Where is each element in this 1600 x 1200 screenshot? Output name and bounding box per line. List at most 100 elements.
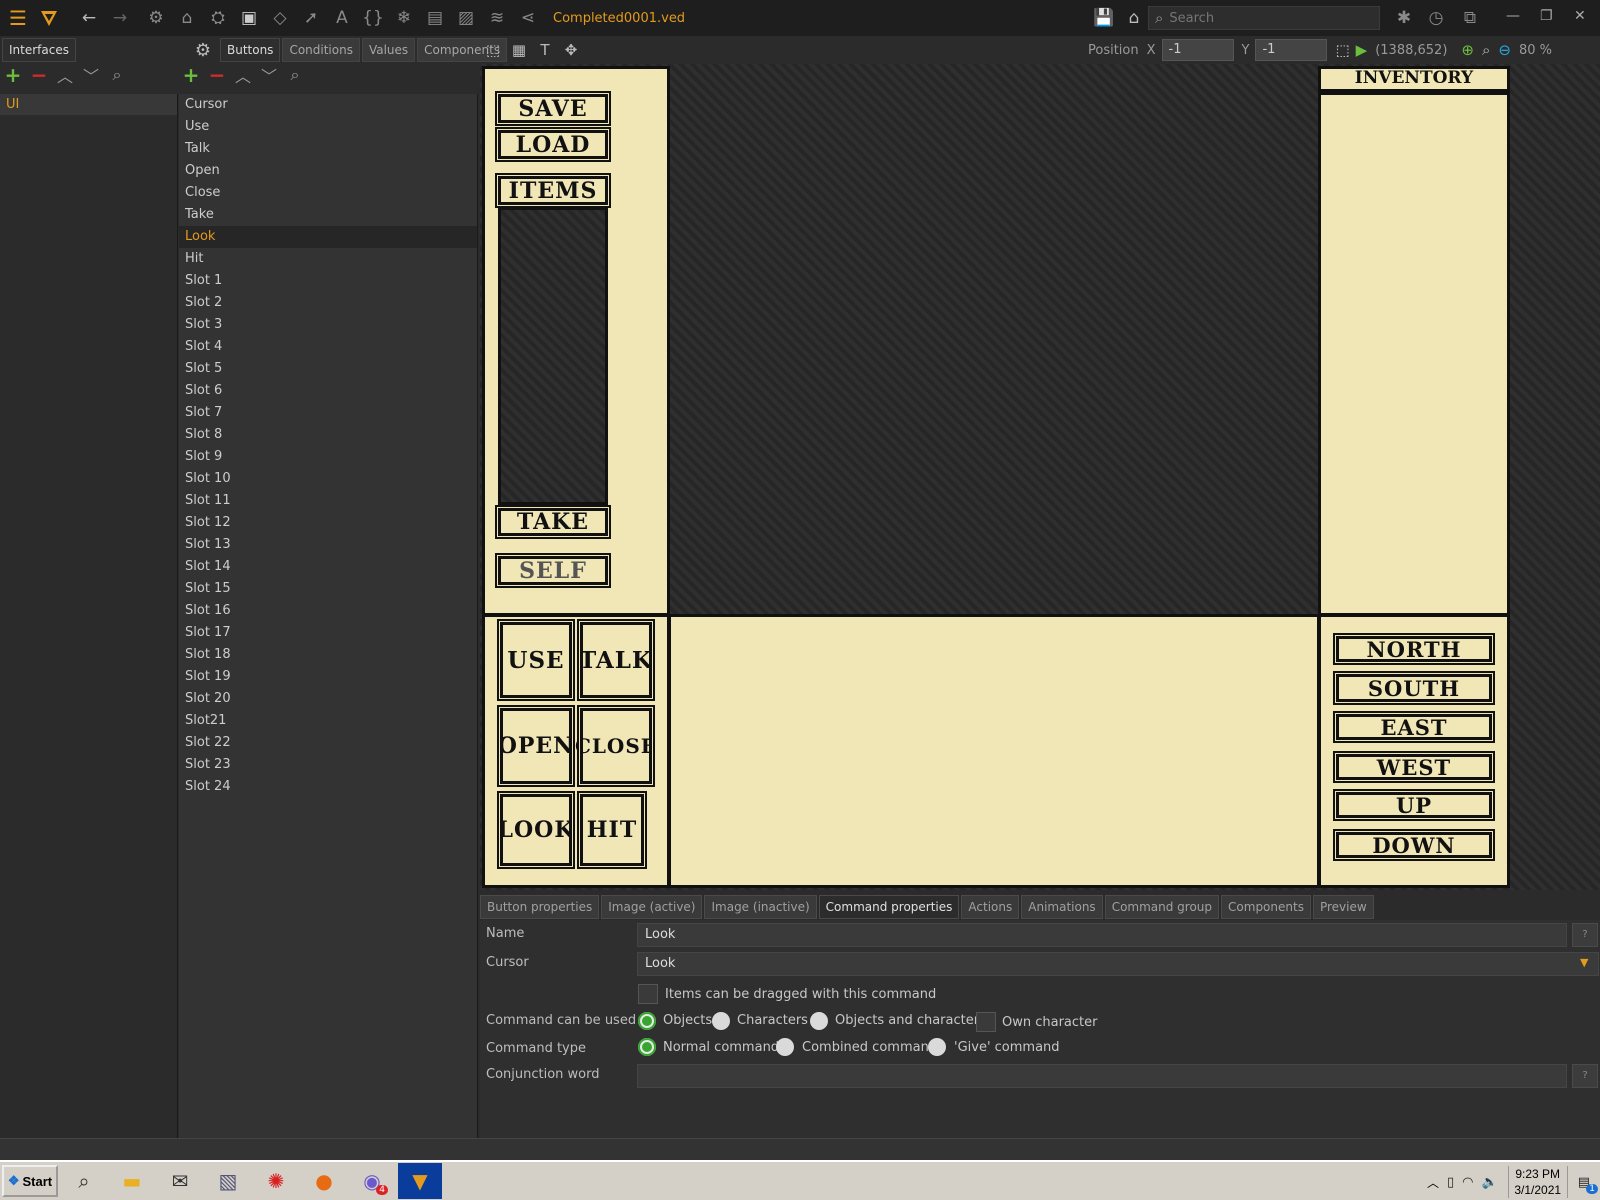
home-scene-icon[interactable]: ⌂ [174,5,200,31]
drag-items-checkbox[interactable] [638,984,658,1004]
search-icon[interactable]: ⌕ [282,65,308,85]
mail-icon[interactable]: ✉ [158,1163,202,1199]
list-item[interactable]: Use [179,116,477,138]
list-item[interactable]: UI [0,94,177,115]
move-up-icon[interactable]: ︿ [230,63,256,87]
stripes-icon[interactable]: ▨ [453,5,479,31]
character-icon[interactable]: ⛭ [205,5,231,31]
south-button[interactable]: SOUTH [1335,673,1493,703]
self-button[interactable]: SELF [497,555,609,586]
own-character-checkbox[interactable] [976,1012,996,1032]
minimize-button[interactable]: — [1506,8,1520,24]
list-item[interactable]: Slot 12 [179,512,477,534]
up-button[interactable]: UP [1335,791,1493,819]
name-field[interactable]: Look [637,923,1567,947]
chat-app-icon[interactable]: ◉ 4 [350,1163,394,1199]
list-item[interactable]: Slot 17 [179,622,477,644]
hamburger-menu-icon[interactable]: ☰ [5,5,31,31]
chevron-up-icon[interactable]: ︿ [1427,1174,1439,1191]
list-item[interactable]: Slot 15 [179,578,477,600]
network-icon[interactable]: ◠ [1462,1175,1473,1190]
forward-arrow-icon[interactable]: → [107,5,133,31]
settings-gear-icon[interactable]: ⚙ [190,40,216,61]
west-button[interactable]: WEST [1335,753,1493,781]
font-icon[interactable]: A [329,5,355,31]
cursor-select[interactable]: Look [637,952,1599,976]
file-explorer-icon[interactable]: ▬ [110,1163,154,1199]
search-icon[interactable]: ⌕ [62,1163,106,1199]
verb-look-button[interactable]: LOOK [498,793,573,867]
down-button[interactable]: DOWN [1335,831,1493,859]
settings-gear-icon[interactable]: ⚙ [143,5,169,31]
list-item[interactable]: Slot 8 [179,424,477,446]
tab-interfaces[interactable]: Interfaces [2,38,76,62]
timer-icon[interactable]: ◷ [1423,5,1449,31]
list-item[interactable]: Slot 11 [179,490,477,512]
list-item[interactable]: Look [179,226,477,248]
tab-command-properties[interactable]: Command properties [818,895,960,919]
list-item[interactable]: Close [179,182,477,204]
list-item[interactable]: Slot 4 [179,336,477,358]
list-item[interactable]: Open [179,160,477,182]
dialog-icon[interactable]: ▤ [422,5,448,31]
tab-preview[interactable]: Preview [1312,895,1374,919]
list-item[interactable]: Slot21 [179,710,477,732]
conjunction-field[interactable] [637,1064,1567,1088]
list-item[interactable]: Slot 7 [179,402,477,424]
tab-components[interactable]: Components [1221,895,1311,919]
item-diamond-icon[interactable]: ◇ [267,5,293,31]
verb-close-button[interactable]: CLOSE [575,707,656,785]
list-item[interactable]: Slot 24 [179,776,477,798]
save-icon[interactable]: 💾 [1091,5,1117,31]
help-icon[interactable]: ? [1572,923,1598,947]
plugin-icon[interactable]: ⧉ [1457,5,1483,31]
tab-command-group[interactable]: Command group [1104,895,1220,919]
photos-icon[interactable]: ▧ [206,1163,250,1199]
zoom-fit-icon[interactable]: ⌕ [1482,41,1490,59]
help-icon[interactable]: ? [1572,1064,1598,1088]
list-item[interactable]: Slot 5 [179,358,477,380]
start-button[interactable]: ❖ Start [2,1165,58,1197]
mouse-cursor-icon[interactable]: ➚ [298,5,324,31]
visionaire-app-icon[interactable]: ▼ [398,1163,442,1199]
verb-talk-button[interactable]: TALK [579,621,653,699]
firefox-icon[interactable]: ● [302,1163,346,1199]
type-normal-radio[interactable] [638,1038,656,1056]
list-item[interactable]: Slot 22 [179,732,477,754]
clock[interactable]: 9:23 PM 3/1/2021 [1507,1166,1568,1198]
zoom-in-icon[interactable]: ⊕ [1461,41,1474,59]
list-item[interactable]: Slot 14 [179,556,477,578]
share-node-icon[interactable]: ⋖ [515,5,541,31]
image-frame-icon[interactable]: ▦ [506,41,532,59]
list-item[interactable]: Slot 16 [179,600,477,622]
tab-values[interactable]: Values [361,38,416,62]
frame-icon[interactable]: ⬚ [1335,41,1349,59]
move-up-icon[interactable]: ︿ [52,63,78,87]
close-window-button[interactable]: ✕ [1574,8,1586,24]
tab-image-active[interactable]: Image (active) [601,895,703,919]
list-item[interactable]: Slot 3 [179,314,477,336]
list-item[interactable]: Slot 18 [179,644,477,666]
chevron-down-icon[interactable]: ▼ [1580,956,1588,969]
verb-hit-button[interactable]: HIT [579,793,645,867]
tab-button-properties[interactable]: Button properties [480,895,600,919]
select-frame-icon[interactable]: ⬚ [480,41,506,59]
list-item[interactable]: Take [179,204,477,226]
type-give-radio[interactable] [928,1038,946,1056]
move-icon[interactable]: ✥ [558,41,584,59]
add-button-button[interactable]: + [178,63,204,87]
back-arrow-icon[interactable]: ← [76,5,102,31]
tab-animations[interactable]: Animations [1021,895,1103,919]
tab-conditions[interactable]: Conditions [282,38,360,62]
verb-use-button[interactable]: USE [499,621,573,699]
used-on-both-radio[interactable] [810,1012,828,1030]
list-item[interactable]: Hit [179,248,477,270]
used-on-characters-radio[interactable] [712,1012,730,1030]
y-input[interactable]: -1 [1255,39,1328,61]
used-on-objects-radio[interactable] [638,1012,656,1030]
list-item[interactable]: Slot 13 [179,534,477,556]
particle-icon[interactable]: ❄ [391,5,417,31]
remove-interface-button[interactable]: − [26,63,52,87]
zoom-out-icon[interactable]: ⊖ [1498,41,1511,59]
list-item[interactable]: Slot 6 [179,380,477,402]
